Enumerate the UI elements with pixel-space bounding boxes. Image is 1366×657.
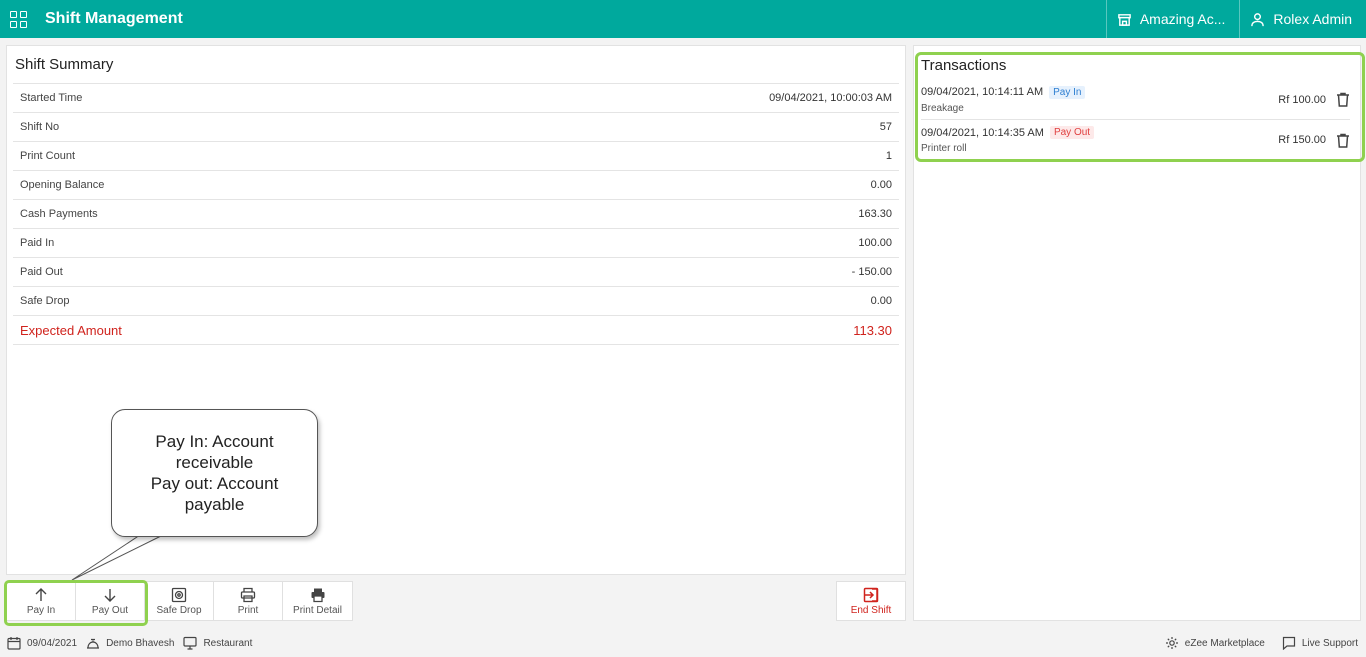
outlet-selector[interactable]: Amazing Ac...: [1105, 0, 1240, 38]
row-label: Paid Out: [20, 266, 63, 278]
row-label: Cash Payments: [20, 208, 98, 220]
outlet-name: Amazing Ac...: [1139, 11, 1226, 27]
summary-row-safe-drop: Safe Drop 0.00: [13, 287, 899, 316]
trash-icon[interactable]: [1336, 92, 1350, 107]
transaction-datetime: 09/04/2021, 10:14:35 AM: [921, 126, 1044, 139]
page-title: Shift Management: [45, 10, 183, 27]
status-terminal-text: Restaurant: [203, 637, 253, 649]
status-date: 09/04/2021: [7, 636, 77, 650]
gear-icon: [1165, 637, 1178, 649]
pay-out-button[interactable]: Pay Out: [76, 582, 145, 620]
end-shift-button[interactable]: End Shift: [836, 581, 906, 621]
row-label: Print Count: [20, 150, 76, 162]
callout-line: Pay In: Account: [155, 432, 274, 451]
shift-summary-title: Shift Summary: [15, 56, 114, 73]
row-value: 163.30: [858, 208, 892, 220]
transaction-note: Breakage: [921, 102, 964, 114]
button-label: Print: [237, 604, 259, 616]
callout-line: Pay out: Account: [150, 474, 279, 493]
row-value: - 150.00: [851, 266, 892, 278]
live-support-label: Live Support: [1301, 637, 1358, 649]
transaction-amount: Rf 100.00: [1278, 93, 1326, 106]
arrow-up-icon: [35, 587, 47, 601]
calendar-icon: [7, 637, 21, 650]
transaction-type-badge: Pay Out: [1049, 126, 1095, 139]
row-value: 57: [879, 121, 892, 133]
status-date-text: 09/04/2021: [27, 637, 78, 649]
marketplace-link[interactable]: eZee Marketplace: [1165, 636, 1265, 650]
safe-icon: [171, 587, 187, 602]
summary-row-opening-balance: Opening Balance 0.00: [13, 171, 899, 200]
transaction-datetime: 09/04/2021, 10:14:11 AM: [921, 86, 1044, 98]
annotation-callout: Pay In: Account receivable Pay out: Acco…: [111, 409, 318, 537]
printer-icon: [240, 587, 256, 602]
status-terminal: Restaurant: [183, 636, 252, 650]
summary-row-print-count: Print Count 1: [13, 142, 899, 171]
pay-in-button[interactable]: Pay In: [7, 582, 76, 620]
transactions-panel: Transactions 09/04/2021, 10:14:11 AM Pay…: [913, 45, 1361, 621]
summary-row-started-time: Started Time 09/04/2021, 10:00:03 AM: [13, 84, 899, 113]
apps-grid-icon[interactable]: [10, 10, 27, 28]
transaction-note: Printer roll: [921, 143, 967, 154]
status-waiter-text: Demo Bhavesh: [106, 637, 175, 649]
row-label: Opening Balance: [20, 179, 105, 191]
transaction-type-badge: Pay In: [1049, 85, 1086, 99]
user-icon: [1251, 12, 1265, 26]
button-label: Pay In: [26, 604, 56, 616]
safe-drop-button[interactable]: Safe Drop: [145, 582, 214, 620]
row-label: Started Time: [20, 92, 83, 104]
monitor-icon: [183, 636, 198, 650]
summary-row-cash-payments: Cash Payments 163.30: [13, 200, 899, 229]
button-label: Print Detail: [293, 604, 342, 616]
button-label: Safe Drop: [156, 604, 202, 616]
chat-icon: [1282, 636, 1295, 650]
waiter-icon: [87, 638, 100, 649]
transaction-row[interactable]: 09/04/2021, 10:14:11 AM Pay In Breakage …: [921, 80, 1350, 120]
row-value: 100.00: [858, 237, 892, 249]
row-value: 09/04/2021, 10:00:03 AM: [769, 92, 892, 104]
print-detail-button[interactable]: Print Detail: [283, 582, 352, 620]
row-label: Paid In: [20, 237, 55, 249]
printer-detail-icon: [311, 588, 324, 602]
trash-icon[interactable]: [1336, 133, 1350, 148]
row-label: Expected Amount: [20, 322, 122, 338]
marketplace-label: eZee Marketplace: [1184, 637, 1265, 649]
row-value: 0.00: [870, 179, 892, 191]
row-value: 113.30: [853, 322, 892, 338]
app-header: Shift Management Amazing Ac... Rolex Adm…: [0, 0, 1366, 38]
button-label: Pay Out: [91, 604, 129, 616]
summary-row-expected-amount: Expected Amount 113.30: [13, 316, 899, 345]
row-value: 0.00: [870, 295, 892, 307]
arrow-down-icon: [104, 588, 116, 602]
row-value: 1: [885, 150, 892, 162]
transaction-amount: Rf 150.00: [1278, 134, 1326, 146]
summary-table: Started Time 09/04/2021, 10:00:03 AM Shif…: [13, 83, 899, 345]
shift-toolbar: Pay In Pay Out Safe Drop Print Print Det…: [6, 581, 353, 621]
user-menu[interactable]: Rolex Admin: [1239, 0, 1366, 38]
user-name: Rolex Admin: [1273, 11, 1352, 27]
summary-row-paid-out: Paid Out - 150.00: [13, 258, 899, 287]
store-icon: [1117, 13, 1131, 26]
print-button[interactable]: Print: [214, 582, 283, 620]
summary-row-paid-in: Paid In 100.00: [13, 229, 899, 258]
exit-icon: [863, 587, 879, 602]
transaction-row[interactable]: 09/04/2021, 10:14:35 AM Pay Out Printer …: [921, 120, 1350, 160]
button-label: End Shift: [850, 604, 892, 616]
callout-line: payable: [184, 495, 245, 514]
status-waiter: Demo Bhavesh: [86, 636, 174, 650]
status-bar: 09/04/2021 Demo Bhavesh Restaurant eZee …: [0, 629, 1366, 657]
summary-row-shift-no: Shift No 57: [13, 113, 899, 142]
live-support-link[interactable]: Live Support: [1282, 636, 1358, 650]
callout-line: receivable: [175, 453, 254, 472]
row-label: Safe Drop: [20, 295, 70, 307]
transactions-title: Transactions: [921, 57, 1007, 74]
row-label: Shift No: [20, 121, 60, 133]
